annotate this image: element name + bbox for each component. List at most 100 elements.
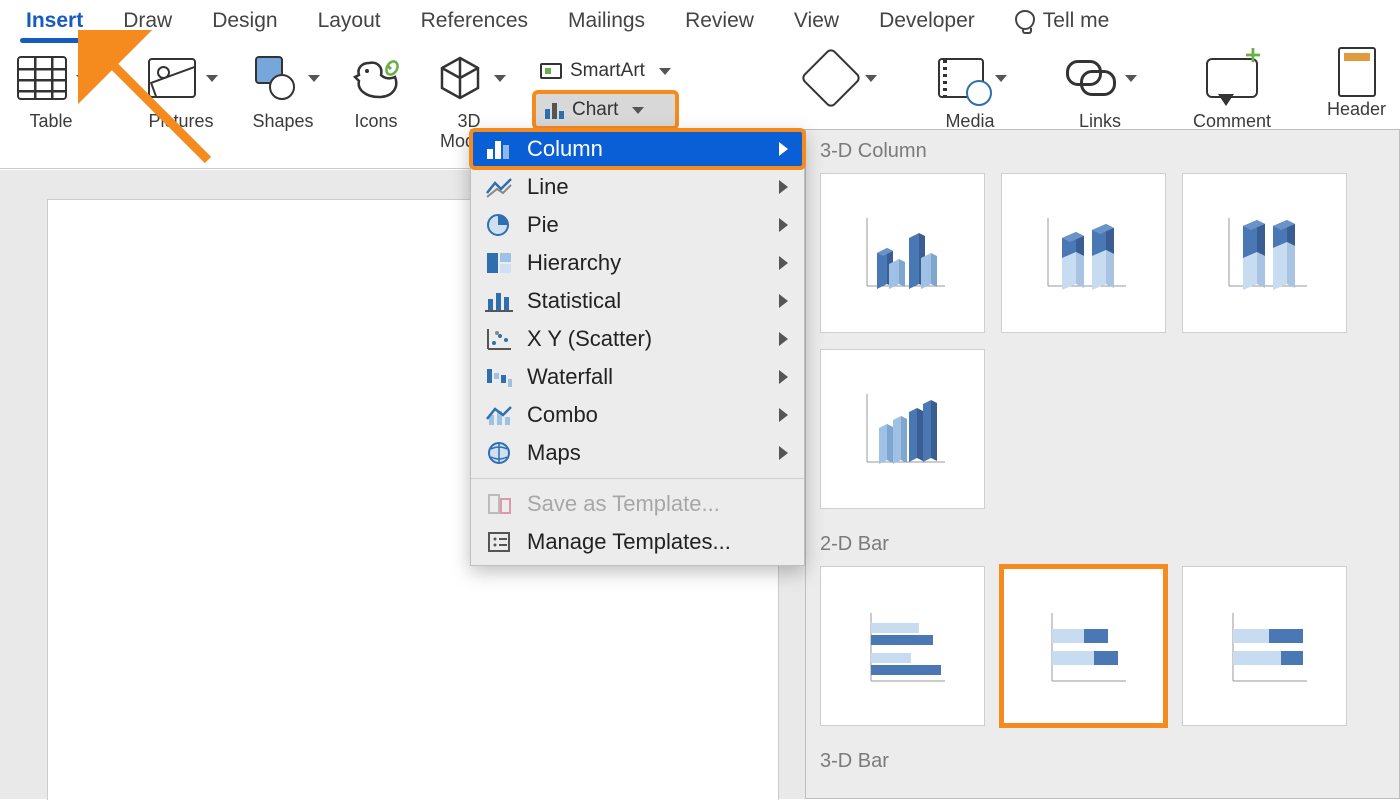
tab-developer[interactable]: Developer [859, 1, 995, 43]
chart-type-hierarchy-label: Hierarchy [527, 250, 621, 276]
ribbon-tabs: Insert Draw Design Layout References Mai… [0, 0, 1400, 44]
submenu-arrow-icon [779, 446, 788, 460]
chart-type-hierarchy[interactable]: Hierarchy [471, 244, 804, 282]
chart-type-waterfall[interactable]: Waterfall [471, 358, 804, 396]
submenu-arrow-icon [779, 408, 788, 422]
thumb-2d-stacked-bar[interactable] [1001, 566, 1166, 726]
thumb-3d-100-stacked-column[interactable] [1182, 173, 1347, 333]
chart-type-scatter-label: X Y (Scatter) [527, 326, 652, 352]
chart-button[interactable]: Chart [534, 92, 677, 128]
save-as-template: Save as Template... [471, 485, 804, 523]
submenu-arrow-icon [779, 294, 788, 308]
gallery-section-2d-bar: 2-D Bar [806, 523, 1399, 562]
waterfall-chart-icon [485, 365, 513, 389]
chart-type-waterfall-label: Waterfall [527, 364, 613, 390]
chevron-down-icon [865, 75, 877, 82]
chart-type-combo[interactable]: Combo [471, 396, 804, 434]
media-button[interactable]: Media [933, 50, 1007, 132]
chart-type-maps-label: Maps [527, 440, 581, 466]
smartart-icon [540, 63, 562, 79]
thumb-2d-100-stacked-bar[interactable] [1182, 566, 1347, 726]
thumb-3d-column[interactable] [820, 349, 985, 509]
chart-type-pie-label: Pie [527, 212, 559, 238]
pictures-button[interactable]: Pictures [144, 50, 218, 132]
links-button[interactable]: Links [1063, 50, 1137, 132]
column-chart-icon [485, 137, 513, 161]
maps-chart-icon [485, 441, 513, 465]
manage-templates[interactable]: Manage Templates... [471, 523, 804, 561]
chart-label: Chart [572, 99, 618, 121]
combo-chart-icon [485, 403, 513, 427]
save-as-template-label: Save as Template... [527, 491, 720, 517]
chart-type-column-label: Column [527, 136, 603, 162]
comment-icon [1206, 58, 1258, 98]
submenu-arrow-icon [779, 142, 788, 156]
tab-tell-me[interactable]: Tell me [995, 1, 1130, 43]
line-chart-icon [485, 175, 513, 199]
header-button[interactable]: Header [1327, 50, 1386, 120]
chart-type-statistical[interactable]: Statistical [471, 282, 804, 320]
chevron-down-icon [206, 75, 218, 82]
chart-type-line[interactable]: Line [471, 168, 804, 206]
cube-icon [436, 54, 484, 102]
addin-icon [800, 47, 862, 109]
tab-design[interactable]: Design [192, 1, 297, 43]
shapes-button[interactable]: Shapes [246, 50, 320, 132]
submenu-arrow-icon [779, 256, 788, 270]
chart-type-statistical-label: Statistical [527, 288, 621, 314]
table-button[interactable]: Table [14, 50, 88, 132]
header-label: Header [1327, 100, 1386, 120]
tab-mailings[interactable]: Mailings [548, 1, 665, 43]
hierarchy-chart-icon [485, 251, 513, 275]
chevron-down-icon [494, 75, 506, 82]
pictures-label: Pictures [148, 112, 213, 132]
chart-icon [545, 101, 564, 119]
chart-type-column[interactable]: Column [471, 130, 804, 168]
lightbulb-icon [1015, 10, 1035, 30]
chart-type-maps[interactable]: Maps [471, 434, 804, 472]
chart-type-line-label: Line [527, 174, 569, 200]
shapes-label: Shapes [252, 112, 313, 132]
tab-review[interactable]: Review [665, 1, 774, 43]
gallery-section-3d-bar: 3-D Bar [806, 740, 1399, 779]
manage-templates-icon [485, 530, 513, 554]
icons-icon [351, 55, 401, 101]
chart-type-pie[interactable]: Pie [471, 206, 804, 244]
tell-me-label: Tell me [1043, 9, 1110, 32]
table-icon [17, 56, 67, 100]
icons-button[interactable]: Icons [348, 50, 404, 132]
chart-gallery: 3-D Column [805, 129, 1400, 799]
chevron-down-icon [76, 75, 88, 82]
tab-view[interactable]: View [774, 1, 859, 43]
statistical-chart-icon [485, 289, 513, 313]
gallery-section-3d-column: 3-D Column [806, 130, 1399, 169]
header-icon [1338, 47, 1376, 97]
comment-button[interactable]: Comment [1193, 50, 1271, 132]
pictures-icon [148, 58, 196, 98]
pie-chart-icon [485, 213, 513, 237]
submenu-arrow-icon [779, 370, 788, 384]
smartart-label: SmartArt [570, 60, 645, 82]
submenu-arrow-icon [779, 180, 788, 194]
addins-button[interactable]: Add-ins [803, 50, 877, 132]
chart-type-scatter[interactable]: X Y (Scatter) [471, 320, 804, 358]
shapes-icon [249, 56, 299, 100]
thumb-2d-clustered-bar[interactable] [820, 566, 985, 726]
thumb-3d-stacked-column[interactable] [1001, 173, 1166, 333]
icons-label: Icons [354, 112, 397, 132]
chevron-down-icon [1125, 75, 1137, 82]
tab-insert[interactable]: Insert [6, 1, 103, 43]
tab-layout[interactable]: Layout [298, 1, 401, 43]
tab-draw[interactable]: Draw [103, 1, 192, 43]
table-label: Table [29, 112, 72, 132]
thumb-3d-clustered-column[interactable] [820, 173, 985, 333]
smartart-button[interactable]: SmartArt [534, 56, 677, 86]
chart-type-combo-label: Combo [527, 402, 598, 428]
separator [471, 478, 804, 479]
manage-templates-label: Manage Templates... [527, 529, 731, 555]
submenu-arrow-icon [779, 218, 788, 232]
tab-references[interactable]: References [401, 1, 548, 43]
save-template-icon [485, 492, 513, 516]
chevron-down-icon [659, 68, 671, 75]
chevron-down-icon [995, 75, 1007, 82]
